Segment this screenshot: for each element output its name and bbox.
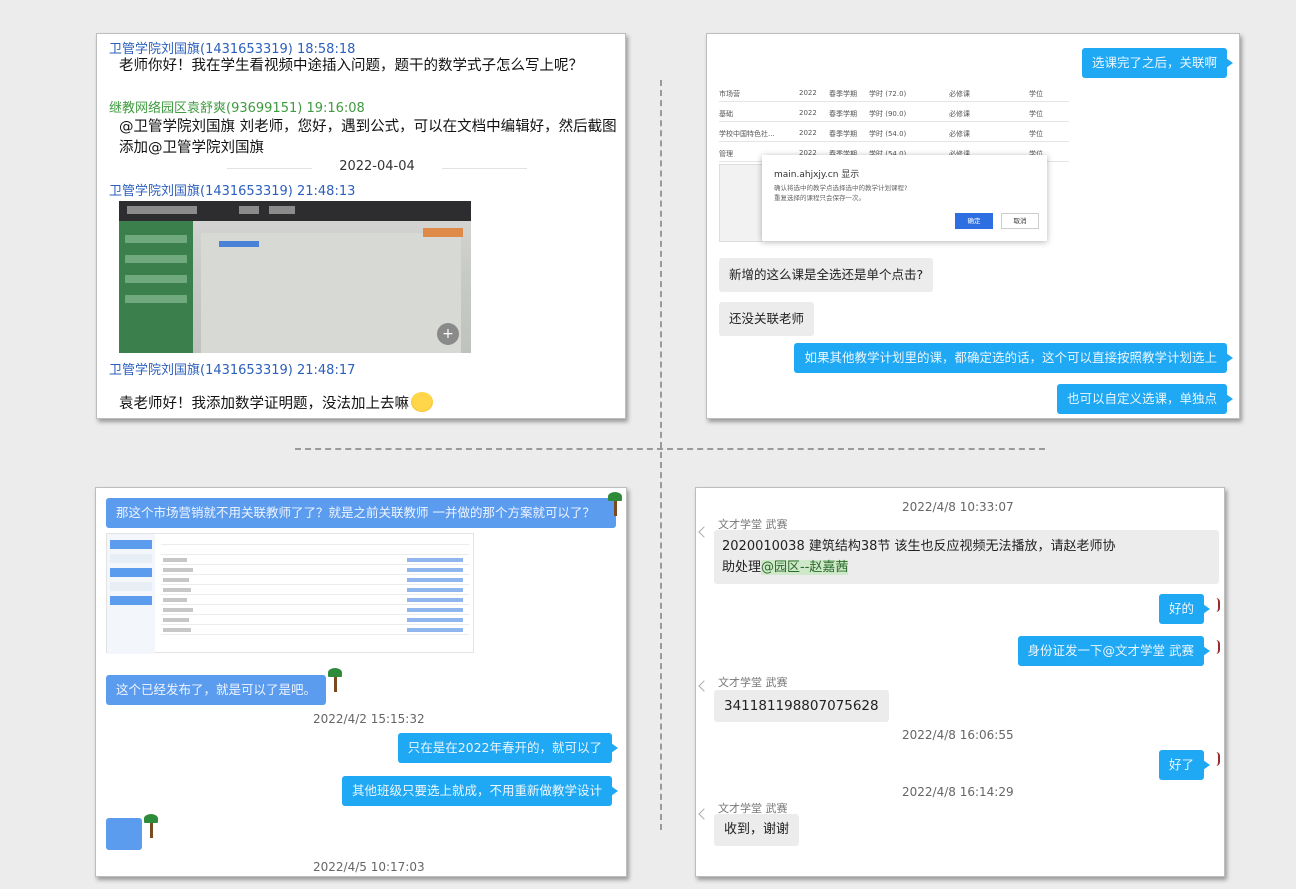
web-chat-panel: 那这个市场营销就不用关联教师了了？就是之前关联教师 一并做的那个方案就可以了？ bbox=[95, 487, 627, 877]
vertical-divider bbox=[660, 80, 662, 830]
message-bubble: 那这个市场营销就不用关联教师了了？就是之前关联教师 一并做的那个方案就可以了？ bbox=[106, 498, 616, 528]
mention-tag[interactable]: @园区--赵嘉茜 bbox=[761, 560, 849, 575]
palm-tree-icon bbox=[144, 814, 158, 838]
table-left-box bbox=[719, 164, 763, 242]
zoom-icon[interactable]: + bbox=[437, 323, 459, 345]
course-list-screenshot bbox=[106, 533, 474, 654]
timestamp: 2022/4/8 16:14:29 bbox=[902, 785, 1014, 799]
chevron-left-icon bbox=[698, 526, 710, 538]
dialog-text: 确认将选中的教学点选择选中的教学计划课程? 重复选择的课程只会保存一次。 bbox=[774, 184, 908, 202]
message-bubble: 只在是在2022年春开的，就可以了 bbox=[397, 733, 619, 763]
message-text: 袁老师好！我添加数学证明题，没法加上去嘛 bbox=[119, 396, 409, 412]
image-message bbox=[106, 818, 142, 850]
sender-name: 文才学堂 武赛 bbox=[718, 676, 788, 689]
message-bubble: 选课完了之后，关联啊 bbox=[1081, 48, 1234, 78]
message-text: 老师你好！我在学生看视频中途插入问题，题干的数学式子怎么写上呢？ bbox=[119, 58, 583, 74]
chevron-left-icon bbox=[698, 680, 710, 692]
palm-tree-icon bbox=[328, 668, 342, 692]
message-header: 继教网络园区袁舒爽(93699151) 19:16:08 bbox=[109, 101, 365, 116]
dialog-cancel-button[interactable]: 取消 bbox=[1001, 213, 1039, 229]
timestamp: 2022/4/2 15:15:32 bbox=[313, 712, 425, 726]
date-separator: 2022-04-04 bbox=[227, 159, 527, 174]
message-header: 卫管学院刘国旗(1431653319) 21:48:13 bbox=[109, 184, 356, 199]
horizontal-divider bbox=[295, 448, 1045, 450]
avatar bbox=[1216, 598, 1220, 612]
message-bubble: 新增的这么课是全选还是单个点击? bbox=[719, 258, 934, 292]
message-bubble: 341181198807075628 bbox=[714, 690, 889, 722]
message-bubble: 收到，谢谢 bbox=[714, 814, 800, 846]
message-bubble: 这个已经发布了，就是可以了是吧。 bbox=[106, 675, 327, 705]
message-bubble: 也可以自定义选课，单独点 bbox=[1056, 384, 1234, 414]
timestamp: 2022/4/8 10:33:07 bbox=[902, 500, 1014, 514]
screenshot-photo[interactable]: + bbox=[119, 201, 471, 353]
confirm-dialog: main.ahjxjy.cn 显示 确认将选中的教学点选择选中的教学计划课程? 重… bbox=[762, 155, 1047, 241]
message-header: 卫管学院刘国旗(1431653319) 21:48:17 bbox=[109, 363, 356, 378]
avatar bbox=[1216, 640, 1220, 654]
timestamp: 2022/4/5 10:17:03 bbox=[313, 860, 425, 874]
timestamp: 2022/4/8 16:06:55 bbox=[902, 728, 1014, 742]
qq-chat-panel: 卫管学院刘国旗(1431653319) 18:58:18 老师你好！我在学生看视… bbox=[96, 33, 626, 419]
web-chat-panel: 2022/4/8 10:33:07 文才学堂 武赛 2020010038 建筑结… bbox=[695, 487, 1225, 877]
message-bubble: 还没关联老师 bbox=[719, 302, 815, 336]
message-bubble: 其他班级只要选上就成，不用重新做教学设计 bbox=[341, 776, 619, 806]
avatar bbox=[1216, 752, 1220, 766]
chevron-left-icon bbox=[698, 808, 710, 820]
message-bubble: 好的 bbox=[1158, 594, 1211, 624]
message-bubble: 2020010038 建筑结构38节 该生也反应视频无法播放，请赵老师协 助处理@… bbox=[714, 530, 1219, 584]
message-header: 卫管学院刘国旗(1431653319) 18:58:18 bbox=[109, 42, 356, 57]
dialog-ok-button[interactable]: 确定 bbox=[955, 213, 993, 229]
message-bubble: 好了 bbox=[1158, 750, 1211, 780]
palm-tree-icon bbox=[608, 492, 622, 516]
message-bubble: 如果其他教学计划里的课，都确定选的话，这个可以直接按照教学计划选上 bbox=[794, 343, 1233, 373]
web-chat-panel: 选课完了之后，关联啊 市场营 2022 春季学期 学时 (72.0) 必修课 学位 基础 2… bbox=[706, 33, 1240, 419]
dialog-title: main.ahjxjy.cn 显示 bbox=[774, 170, 860, 180]
laughing-emoji-icon bbox=[411, 392, 433, 412]
message-bubble: 身份证发一下@文才学堂 武赛 bbox=[1017, 636, 1211, 666]
message-text: @卫管学院刘国旗 刘老师，您好，遇到公式，可以在文档中编辑好，然后截图添加@卫管… bbox=[119, 119, 617, 156]
